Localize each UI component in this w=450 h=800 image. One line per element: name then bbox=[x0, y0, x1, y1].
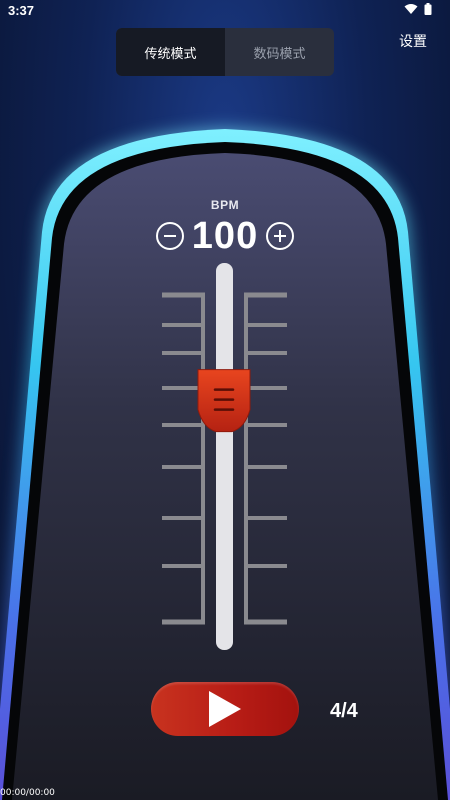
tempo-slider-weight[interactable] bbox=[197, 369, 251, 433]
settings-button[interactable]: 设置 bbox=[399, 31, 427, 51]
wifi-icon bbox=[404, 4, 418, 14]
pendulum-rod bbox=[216, 263, 233, 650]
time-signature[interactable]: 4/4 bbox=[330, 700, 358, 723]
tab-traditional-mode[interactable]: 传统模式 bbox=[116, 28, 225, 76]
bpm-value: 100 bbox=[191, 214, 259, 257]
metronome-body bbox=[0, 0, 450, 800]
right-scale bbox=[244, 292, 287, 625]
status-bar: 3:37 bbox=[0, 0, 450, 22]
left-scale bbox=[162, 292, 205, 625]
minus-icon bbox=[163, 235, 176, 237]
battery-icon bbox=[424, 3, 432, 15]
bpm-control: 100 bbox=[0, 215, 450, 257]
timecode: 00:00/00:00 bbox=[0, 788, 55, 798]
increase-bpm-button[interactable] bbox=[266, 222, 295, 250]
play-icon bbox=[209, 691, 241, 727]
mode-toggle: 传统模式 数码模式 bbox=[116, 28, 334, 76]
play-button[interactable] bbox=[151, 682, 299, 736]
decrease-bpm-button[interactable] bbox=[155, 222, 184, 250]
grip-icon bbox=[213, 388, 235, 411]
status-time: 3:37 bbox=[8, 3, 35, 18]
bpm-label: BPM bbox=[210, 198, 240, 212]
status-icons bbox=[404, 3, 432, 15]
tab-digital-mode[interactable]: 数码模式 bbox=[225, 28, 334, 76]
